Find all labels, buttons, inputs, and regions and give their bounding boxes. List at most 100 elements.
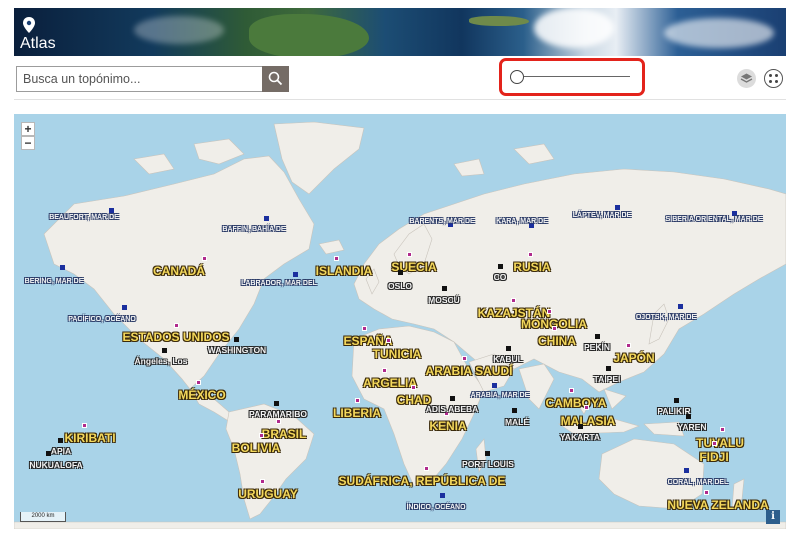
place-label-moscu[interactable]: MOSCÚ (428, 295, 460, 305)
place-label-pacifico[interactable]: PACÍFICO, OCÉANO (68, 316, 136, 323)
place-marker-taipei[interactable] (606, 366, 611, 371)
place-label-angeles[interactable]: Ángeles, Los (135, 356, 188, 366)
place-label-malasia[interactable]: MALASIA (561, 414, 616, 428)
place-marker-beaufort[interactable] (109, 208, 114, 213)
fullscreen-button[interactable] (764, 69, 783, 88)
place-marker-yaren[interactable] (686, 414, 691, 419)
place-marker-addis[interactable] (450, 396, 455, 401)
place-label-uruguay[interactable]: URUGUAY (238, 487, 298, 501)
place-marker-kabul[interactable] (506, 346, 511, 351)
place-marker-yakarta[interactable] (578, 424, 583, 429)
place-marker-laptev[interactable] (615, 205, 620, 210)
layers-button[interactable] (737, 69, 756, 88)
place-label-labrador[interactable]: LABRADOR, MAR DEL (241, 280, 317, 287)
place-marker-kiribati[interactable] (82, 423, 87, 428)
place-label-barents[interactable]: BARENTS, MAR DE (409, 218, 474, 225)
opacity-slider-track[interactable] (524, 76, 630, 77)
place-marker-bolivia[interactable] (259, 433, 264, 438)
place-label-addis[interactable]: ADIS ABEBA (426, 404, 479, 414)
place-label-islandia[interactable]: ISLANDIA (316, 264, 373, 278)
place-label-rusia[interactable]: RUSIA (513, 260, 550, 274)
place-marker-japon[interactable] (626, 343, 631, 348)
place-marker-oslo[interactable] (398, 270, 403, 275)
zoom-in-button[interactable]: + (21, 122, 35, 136)
place-marker-liberia[interactable] (355, 398, 360, 403)
place-marker-mexico[interactable] (196, 380, 201, 385)
place-marker-angeles[interactable] (162, 348, 167, 353)
place-label-arabia_mar[interactable]: ARABIA, MAR DE (471, 392, 530, 399)
place-label-arabia[interactable]: ARABIA SAUDÍ (426, 364, 513, 378)
place-marker-rusia[interactable] (528, 252, 533, 257)
place-label-beaufort[interactable]: BEAUFORT, MAR DE (49, 214, 119, 221)
place-marker-sudafrica[interactable] (424, 466, 429, 471)
place-label-laptev[interactable]: LÁPTEV, MAR DE (573, 212, 631, 219)
place-marker-suecia[interactable] (407, 252, 412, 257)
place-label-camboya[interactable]: CAMBOYA (546, 396, 607, 410)
place-marker-tuvalu[interactable] (720, 427, 725, 432)
place-label-ojotsk[interactable]: OJOTSK, MAR DE (636, 314, 696, 321)
place-label-paramaribo[interactable]: PARAMARIBO (249, 409, 307, 419)
place-marker-nzelanda[interactable] (704, 490, 709, 495)
place-marker-malasia[interactable] (584, 405, 589, 410)
place-label-kenia[interactable]: KENIA (429, 419, 466, 433)
place-label-yakarta[interactable]: YAKARTA (560, 432, 600, 442)
opacity-slider-thumb[interactable] (510, 70, 524, 84)
place-label-oslo[interactable]: OSLO (388, 281, 412, 291)
place-label-male[interactable]: MALÉ (505, 417, 529, 427)
place-marker-fiji[interactable] (712, 441, 717, 446)
place-marker-pacifico[interactable] (122, 305, 127, 310)
place-label-bering[interactable]: BERING, MAR DE (25, 278, 84, 285)
place-marker-brasil[interactable] (276, 419, 281, 424)
place-marker-pekin[interactable] (595, 334, 600, 339)
place-marker-portlouis[interactable] (485, 451, 490, 456)
info-button[interactable]: i (766, 510, 780, 524)
world-map[interactable]: + − BEAUFORT, MAR DE BAFFIN, BAHÍA DE BARE… (14, 114, 786, 529)
place-label-china[interactable]: CHINA (538, 334, 576, 348)
place-label-japon[interactable]: JAPÓN (613, 351, 654, 365)
place-marker-chad[interactable] (411, 385, 416, 390)
place-marker-nukualofa[interactable] (46, 451, 51, 456)
place-marker-canada[interactable] (202, 256, 207, 261)
place-marker-tunicia[interactable] (386, 338, 391, 343)
place-marker-espana[interactable] (362, 326, 367, 331)
place-label-tuvalu[interactable]: TUVALU (696, 436, 744, 450)
place-label-eeuu[interactable]: ESTADOS UNIDOS (122, 330, 229, 344)
place-marker-arabia[interactable] (462, 356, 467, 361)
place-label-sudafrica[interactable]: SUDÁFRICA, REPÚBLICA DE (339, 474, 506, 488)
place-label-nukualofa[interactable]: NUKUALOFA (29, 460, 82, 470)
place-label-baffin[interactable]: BAFFIN, BAHÍA DE (222, 226, 285, 233)
place-label-kara[interactable]: KARA, MAR DE (496, 218, 548, 225)
place-marker-male[interactable] (512, 408, 517, 413)
place-label-kiribati[interactable]: KIRIBATI (64, 431, 115, 445)
place-label-argelia[interactable]: ARGELIA (363, 376, 417, 390)
place-label-fiji[interactable]: FIDJI (699, 450, 728, 464)
place-marker-uruguay[interactable] (260, 479, 265, 484)
place-label-liberia[interactable]: LIBERIA (333, 406, 381, 420)
place-marker-camboya[interactable] (569, 388, 574, 393)
place-label-coral[interactable]: CORAL, MAR DEL (668, 479, 729, 486)
place-label-nzelanda[interactable]: NUEVA ZELANDA (667, 498, 768, 512)
zoom-out-button[interactable]: − (21, 136, 35, 150)
place-marker-paramaribo[interactable] (274, 401, 279, 406)
place-label-bolivia[interactable]: BOLIVIA (232, 441, 281, 455)
place-label-co[interactable]: CO (494, 272, 507, 282)
place-label-siberia[interactable]: SIBERIA ORIENTAL, MAR DE (666, 216, 763, 223)
place-label-washington[interactable]: WASHINGTON (208, 345, 266, 355)
search-button[interactable] (262, 66, 289, 92)
place-marker-ojotsk[interactable] (678, 304, 683, 309)
place-marker-kazajstan[interactable] (511, 298, 516, 303)
place-label-kabul[interactable]: KABUL (493, 354, 523, 364)
place-marker-mongolia[interactable] (547, 309, 552, 314)
search-input[interactable] (17, 67, 264, 91)
place-marker-baffin[interactable] (264, 216, 269, 221)
place-marker-bering[interactable] (60, 265, 65, 270)
place-label-canada[interactable]: CANADÁ (153, 264, 205, 278)
place-label-indico[interactable]: ÍNDICO, OCÉANO (406, 504, 465, 511)
place-label-pekin[interactable]: PEKÍN (584, 342, 610, 352)
place-label-yaren[interactable]: YAREN (678, 422, 707, 432)
place-marker-labrador[interactable] (293, 272, 298, 277)
place-marker-moscu[interactable] (442, 286, 447, 291)
place-label-tunicia[interactable]: TUNICIA (373, 347, 422, 361)
place-label-mexico[interactable]: MÉXICO (178, 388, 225, 402)
place-label-brasil[interactable]: BRASIL (262, 427, 307, 441)
